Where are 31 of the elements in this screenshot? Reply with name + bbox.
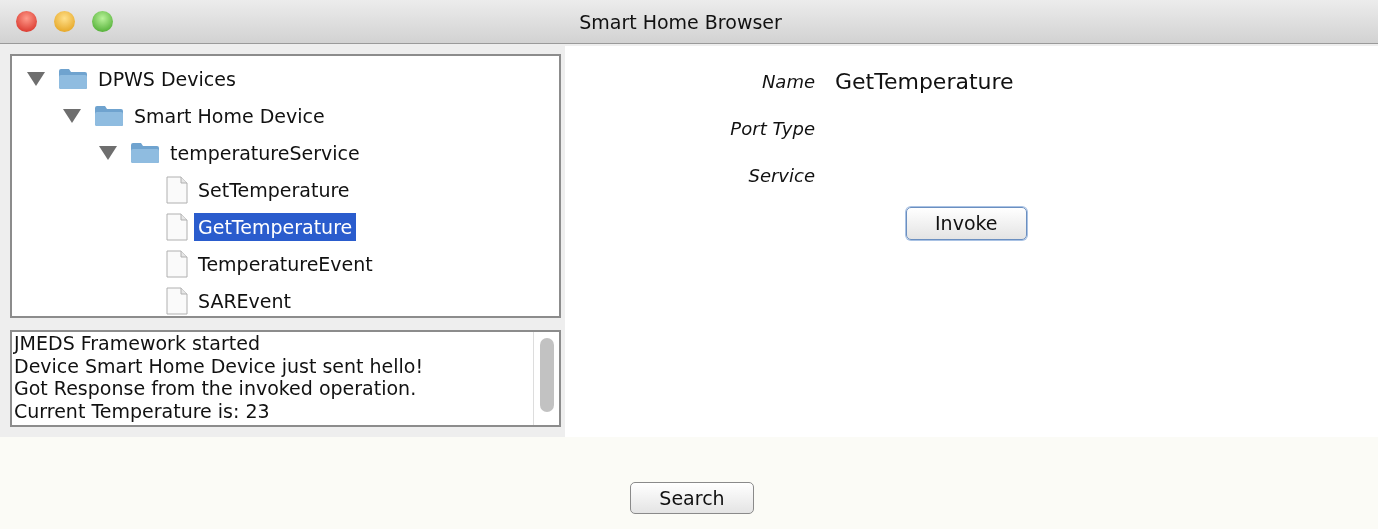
log-line: Got Response from the invoked operation. <box>14 377 418 400</box>
folder-icon <box>130 141 160 164</box>
document-icon <box>166 212 188 241</box>
scrollbar-thumb[interactable] <box>540 338 554 412</box>
maximize-icon[interactable] <box>92 11 113 32</box>
collapse-arrow-icon[interactable] <box>98 144 118 161</box>
search-button[interactable]: Search <box>630 481 754 515</box>
tree-item[interactable]: Smart Home Device <box>130 101 329 130</box>
document-icon <box>166 175 188 204</box>
field-value: GetTemperature <box>835 68 1014 96</box>
log-line: Device Smart Home Device just sent hello! <box>14 354 425 377</box>
field-label: Service <box>747 164 815 188</box>
tree-item[interactable]: SetTemperature <box>194 175 354 204</box>
field-label: Name <box>760 70 815 94</box>
tree-item[interactable]: TemperatureEvent <box>194 249 377 278</box>
field-label: Port Type <box>729 117 815 141</box>
window-title: Smart Home Browser <box>579 10 782 33</box>
document-icon <box>166 286 188 315</box>
collapse-arrow-icon[interactable] <box>26 70 46 87</box>
document-icon <box>166 249 188 278</box>
collapse-arrow-icon[interactable] <box>62 107 82 124</box>
log-line: JMEDS Framework started <box>14 332 261 355</box>
folder-icon <box>94 104 124 127</box>
log-line: Current Temperature is: 23 <box>14 399 271 422</box>
tree-item[interactable]: GetTemperature <box>194 212 357 241</box>
invoke-button[interactable]: Invoke <box>906 207 1027 240</box>
folder-icon <box>58 67 88 90</box>
tree-item[interactable]: temperatureService <box>166 138 364 167</box>
tree-item[interactable]: SAREvent <box>194 286 296 315</box>
tree-item[interactable]: DPWS Devices <box>94 64 240 93</box>
close-icon[interactable] <box>16 11 37 32</box>
